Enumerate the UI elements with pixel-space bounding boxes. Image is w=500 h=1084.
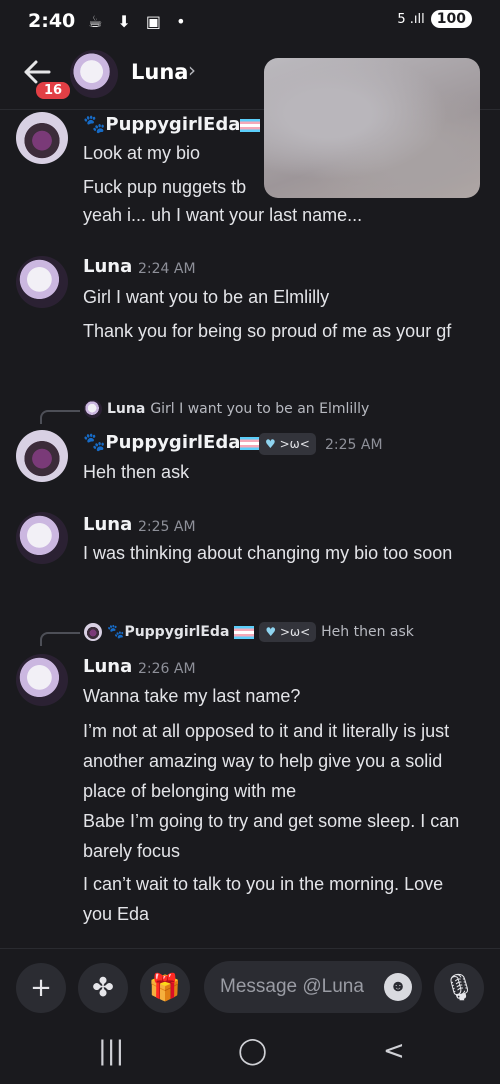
voice-message-button[interactable]: 🎙 [434, 963, 484, 1013]
message-text: Thank you for being so proud of me as yo… [83, 321, 452, 341]
reply-author: 🐾PuppygirlEda [107, 624, 230, 640]
message-text: Babe I’m going to try and get some sleep… [83, 811, 460, 861]
trans-flag-icon [240, 436, 261, 450]
emoji-icon[interactable]: ☻ [384, 973, 412, 1001]
message-text: Wanna take my last name? [83, 686, 301, 706]
author-name[interactable]: Luna [83, 256, 132, 277]
avatar[interactable] [16, 256, 68, 308]
message-placeholder: Message @Luna [220, 976, 364, 997]
reply-preview[interactable]: Luna Girl I want you to be an Elmlilly [84, 400, 369, 418]
reply-connector [40, 632, 80, 646]
video-overlay[interactable] [264, 58, 480, 198]
plus-icon: + [30, 973, 52, 1003]
avatar[interactable] [16, 430, 68, 482]
gift-button[interactable]: 🎁 [140, 963, 190, 1013]
message-text: yeah i... uh I want your last name... [83, 205, 363, 225]
author-name[interactable]: 🐾PuppygirlEda [83, 114, 261, 135]
avatar[interactable] [16, 512, 68, 564]
reply-preview[interactable]: 🐾PuppygirlEda ♥ >ω< Heh then ask [84, 622, 414, 642]
chevron-right-icon[interactable]: › [188, 58, 196, 82]
author-name[interactable]: Luna [83, 656, 132, 677]
role-tag: ♥ >ω< [259, 622, 317, 642]
message-text: Heh then ask [83, 462, 190, 482]
avatar[interactable] [16, 112, 68, 164]
paw-icon: 🐾 [83, 114, 106, 135]
avatar[interactable] [70, 50, 118, 98]
timestamp: 2:25 AM [325, 437, 383, 453]
message-composer: + ✤ 🎁 Message @Luna ☻ 🎙 [0, 948, 500, 1024]
role-tag[interactable]: ♥ >ω< [259, 433, 316, 455]
unread-badge: 16 [34, 80, 73, 101]
system-navigation-bar: ||| ◯ < [0, 1024, 500, 1084]
trans-flag-icon [234, 625, 255, 639]
apps-icon: ✤ [92, 973, 114, 1003]
message-text: Girl I want you to be an Elmlilly [83, 287, 330, 307]
message-input[interactable]: Message @Luna ☻ [204, 961, 422, 1013]
reply-connector [40, 410, 80, 424]
timestamp: 2:25 AM [138, 519, 196, 535]
back-icon[interactable]: < [383, 1036, 405, 1066]
trans-flag-icon [240, 118, 261, 132]
author-name[interactable]: 🐾PuppygirlEda [83, 432, 261, 453]
avatar [84, 400, 102, 418]
avatar[interactable] [16, 654, 68, 706]
message-text: I’m not at all opposed to it and it lite… [83, 721, 450, 801]
clock: 2:40 [28, 10, 76, 32]
microphone-icon: 🎙 [442, 973, 476, 1003]
heart-icon: ♥ [265, 625, 277, 639]
message-text: I can’t wait to talk to you in the morni… [83, 874, 444, 924]
heart-icon: ♥ [265, 437, 276, 451]
paw-icon: 🐾 [107, 624, 125, 640]
paw-icon: 🐾 [83, 432, 106, 453]
recents-icon[interactable]: ||| [98, 1036, 124, 1066]
add-attachment-button[interactable]: + [16, 963, 66, 1013]
timestamp: 2:24 AM [138, 261, 196, 277]
avatar [84, 623, 102, 641]
status-bar: 2:40 ☕ ⬇ ▣ • 5 .ıll 100 [0, 0, 500, 44]
status-right: 5 .ıll 100 [397, 10, 472, 28]
timestamp: 2:26 AM [138, 661, 196, 677]
wifi-signal-icon: 5 .ıll [397, 11, 425, 27]
conversation-title[interactable]: Luna [131, 60, 188, 84]
battery-indicator: 100 [430, 10, 472, 28]
message-text: I was thinking about changing my bio too… [83, 543, 453, 563]
apps-button[interactable]: ✤ [78, 963, 128, 1013]
notification-icons: ☕ ⬇ ▣ • [88, 12, 191, 31]
home-icon[interactable]: ◯ [238, 1036, 267, 1066]
author-name[interactable]: Luna [83, 514, 132, 535]
gift-icon: 🎁 [148, 973, 182, 1003]
